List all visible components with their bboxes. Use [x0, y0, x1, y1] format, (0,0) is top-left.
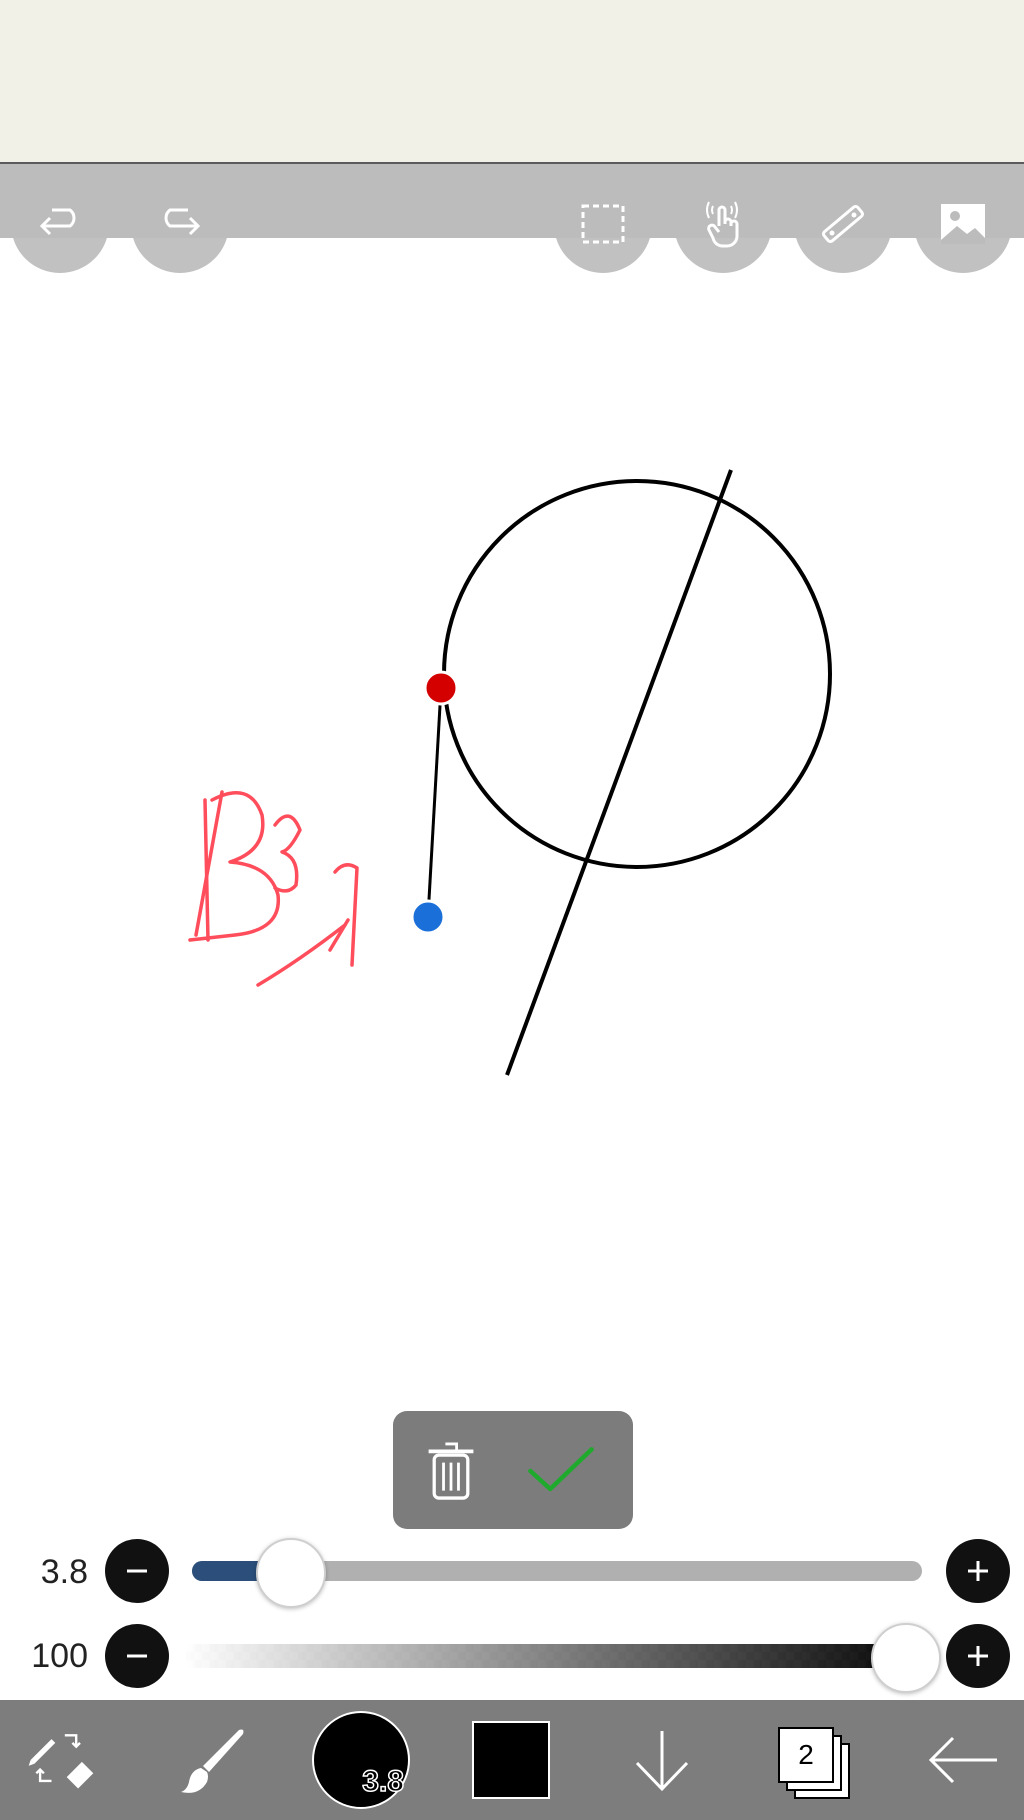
- opacity-value: 100: [31, 1637, 88, 1675]
- layers-count: 2: [778, 1727, 834, 1783]
- size-increase-button[interactable]: [946, 1539, 1010, 1603]
- drawn-circle: [442, 479, 832, 869]
- trash-icon: [428, 1442, 474, 1500]
- confirm-button[interactable]: [521, 1431, 601, 1511]
- plus-icon: [968, 1646, 988, 1666]
- opacity-decrease-button[interactable]: [105, 1624, 169, 1688]
- tool-switch-button[interactable]: [16, 1700, 106, 1820]
- minus-icon: [127, 1654, 147, 1658]
- selection-action-popup: [393, 1411, 633, 1529]
- size-decrease-button[interactable]: [105, 1539, 169, 1603]
- handle-start[interactable]: [423, 670, 459, 706]
- plus-icon: [968, 1561, 988, 1581]
- guide-line: [426, 687, 443, 918]
- opacity-slider-thumb[interactable]: [871, 1623, 941, 1693]
- opacity-increase-button[interactable]: [946, 1624, 1010, 1688]
- delete-button[interactable]: [411, 1431, 491, 1511]
- handwritten-scribble: [188, 790, 359, 987]
- top-bar-area: [0, 0, 1024, 164]
- brush-size-preview: 3.8: [312, 1711, 410, 1809]
- move-down-button[interactable]: [620, 1700, 704, 1820]
- handle-end[interactable]: [410, 899, 446, 935]
- drawn-line: [505, 469, 733, 1076]
- color-swatch: [472, 1721, 550, 1799]
- back-button[interactable]: [918, 1700, 1008, 1820]
- minus-icon: [127, 1569, 147, 1573]
- layers-icon: 2: [774, 1723, 850, 1799]
- color-button[interactable]: [469, 1700, 553, 1820]
- brush-size-button[interactable]: 3.8: [311, 1700, 411, 1820]
- checkmark-icon: [528, 1447, 594, 1492]
- opacity-slider-track[interactable]: [186, 1644, 916, 1668]
- brush-size-value: 3.8: [40, 1553, 88, 1591]
- brush-button[interactable]: [163, 1700, 263, 1820]
- bottom-toolbar: 3.8 2: [0, 1700, 1024, 1820]
- size-slider-thumb[interactable]: [256, 1538, 326, 1608]
- arrow-left-icon: [928, 1736, 997, 1784]
- arrow-down-icon: [635, 1731, 689, 1792]
- brush-icon: [181, 1729, 244, 1793]
- brush-size-label: 3.8: [362, 1764, 405, 1799]
- pen-eraser-toggle-icon: [28, 1734, 94, 1789]
- layers-button[interactable]: 2: [766, 1700, 856, 1820]
